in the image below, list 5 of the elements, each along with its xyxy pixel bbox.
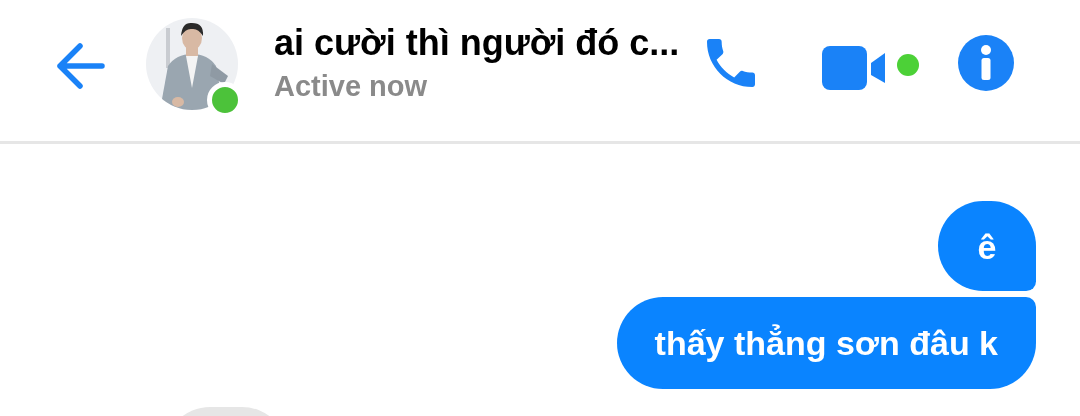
contact-name: ai cười thì người đó c... — [274, 22, 680, 64]
message-bubble: thấy thẳng sơn đâu k — [616, 297, 1036, 389]
active-status: Active now — [274, 70, 429, 103]
info-button[interactable] — [957, 33, 1016, 92]
message-bubble: ê — [938, 201, 1036, 291]
